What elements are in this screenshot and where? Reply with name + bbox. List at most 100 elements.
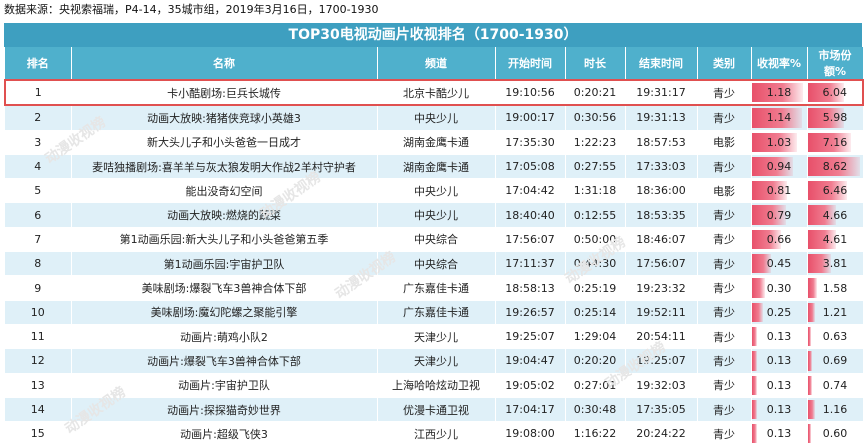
share-cell: 8.62 <box>807 154 864 180</box>
program-name-cell: 第1动画乐园:新大头儿子和小头爸爸第五季 <box>71 227 378 253</box>
rating-cell: 0.81 <box>751 178 808 204</box>
end-time-cell: 18:46:07 <box>625 227 698 253</box>
end-time-cell: 19:32:03 <box>625 373 698 398</box>
share-value: 4.61 <box>822 232 848 246</box>
duration-cell: 0:30:56 <box>565 105 626 131</box>
rank-cell: 7 <box>5 227 72 253</box>
category-cell: 电影 <box>697 130 752 155</box>
header-name: 名称 <box>71 47 378 80</box>
duration-cell: 0:20:21 <box>565 78 626 107</box>
share-cell: 6.04 <box>807 78 864 107</box>
share-value: 0.74 <box>822 378 848 392</box>
program-name-cell: 动画大放映:猪猪侠竞球小英雄3 <box>71 105 378 131</box>
rating-bar <box>751 424 758 444</box>
rating-bar <box>751 399 758 420</box>
channel-cell: 湖南金鹰卡通 <box>377 154 496 180</box>
rank-cell: 5 <box>5 178 72 204</box>
duration-cell: 0:30:48 <box>565 397 626 423</box>
share-bar <box>807 302 815 322</box>
category-cell: 青少 <box>697 227 752 253</box>
table-row: 4 麦咭独播剧场:喜羊羊与灰太狼发明大作战2羊村守护者 湖南金鹰卡通 17:05:08… <box>5 154 864 180</box>
end-time-cell: 20:54:11 <box>625 324 698 350</box>
program-name-cell: 能出没奇幻空间 <box>71 178 378 204</box>
share-cell: 5.98 <box>807 105 864 131</box>
share-cell: 1.21 <box>807 300 864 325</box>
table-body: 1 卡小酷剧场:巨兵长城传 北京卡酷少儿 19:10:56 0:20:21 19:31:1… <box>4 78 864 446</box>
rating-bar <box>751 375 758 395</box>
share-value: 1.58 <box>822 281 848 295</box>
share-value: 6.46 <box>822 184 848 198</box>
program-name-cell: 动画片:萌鸡小队2 <box>71 324 378 350</box>
category-cell: 青少 <box>697 324 752 350</box>
ranking-board: TOP30电视动画片收视排名（1700-1930） 排名 名称 频道 开始时间 … <box>4 23 864 446</box>
share-cell: 0.74 <box>807 373 864 398</box>
start-time-cell: 18:40:40 <box>495 202 566 228</box>
rating-cell: 0.79 <box>751 202 808 228</box>
rating-cell: 0.13 <box>751 373 808 398</box>
category-cell: 青少 <box>697 397 752 423</box>
share-value: 0.63 <box>822 330 848 344</box>
table-row: 6 动画大放映:燃烧的蔬菜 中央少儿 18:40:40 0:12:55 18:53:35 青… <box>5 202 864 228</box>
end-time-cell: 19:52:11 <box>625 300 698 325</box>
share-bar <box>807 278 818 298</box>
category-cell: 青少 <box>697 154 752 180</box>
rating-bar <box>751 326 758 347</box>
rating-cell: 0.66 <box>751 227 808 253</box>
rating-value: 0.13 <box>766 330 792 344</box>
rating-value: 1.14 <box>766 111 792 125</box>
end-time-cell: 18:57:53 <box>625 130 698 155</box>
table-row: 7 第1动画乐园:新大头儿子和小头爸爸第五季 中央综合 17:56:07 0:50:00… <box>5 227 864 253</box>
rank-cell: 10 <box>5 300 72 325</box>
table-row: 2 动画大放映:猪猪侠竞球小英雄3 中央少儿 19:00:17 0:30:56 19:31… <box>5 105 864 131</box>
category-cell: 青少 <box>697 105 752 131</box>
rating-value: 0.13 <box>766 378 792 392</box>
duration-cell: 0:27:01 <box>565 373 626 398</box>
share-cell: 6.46 <box>807 178 864 204</box>
start-time-cell: 19:25:07 <box>495 324 566 350</box>
table-row: 8 第1动画乐园:宇宙护卫队 中央综合 17:11:37 0:44:30 17:56:07… <box>5 251 864 277</box>
share-value: 3.81 <box>822 257 848 271</box>
rating-value: 0.13 <box>766 427 792 441</box>
category-cell: 青少 <box>697 275 752 301</box>
category-cell: 青少 <box>697 202 752 228</box>
rating-value: 1.18 <box>766 86 792 100</box>
share-value: 4.66 <box>822 208 848 222</box>
ranking-table: 排名 名称 频道 开始时间 时长 结束时间 类别 收视率% 市场份额% 1 卡小酷… <box>4 47 864 446</box>
channel-cell: 中央少儿 <box>377 202 496 228</box>
start-time-cell: 17:35:30 <box>495 130 566 155</box>
channel-cell: 广东嘉佳卡通 <box>377 275 496 301</box>
channel-cell: 北京卡酷少儿 <box>377 78 496 107</box>
rating-cell: 1.18 <box>751 78 808 107</box>
end-time-cell: 20:24:22 <box>625 421 698 446</box>
rating-bar <box>751 302 763 322</box>
share-bar <box>807 326 812 347</box>
rank-cell: 11 <box>5 324 72 350</box>
start-time-cell: 17:56:07 <box>495 227 566 253</box>
rank-cell: 1 <box>4 78 72 107</box>
end-time-cell: 19:31:17 <box>625 78 698 107</box>
header-end: 结束时间 <box>625 47 698 80</box>
end-time-cell: 18:53:35 <box>625 202 698 228</box>
share-cell: 4.61 <box>807 227 864 253</box>
header-category: 类别 <box>697 47 752 80</box>
start-time-cell: 19:04:47 <box>495 348 566 374</box>
program-name-cell: 第1动画乐园:宇宙护卫队 <box>71 251 378 277</box>
channel-cell: 上海哈哈炫动卫视 <box>377 373 496 398</box>
duration-cell: 0:25:19 <box>565 275 626 301</box>
start-time-cell: 17:04:17 <box>495 397 566 423</box>
start-time-cell: 19:10:56 <box>495 78 566 107</box>
header-rating: 收视率% <box>751 47 808 80</box>
header-rank: 排名 <box>5 47 72 80</box>
header-start: 开始时间 <box>495 47 566 80</box>
end-time-cell: 17:56:07 <box>625 251 698 277</box>
table-row: 1 卡小酷剧场:巨兵长城传 北京卡酷少儿 19:10:56 0:20:21 19:31:1… <box>4 78 864 107</box>
duration-cell: 1:16:22 <box>565 421 626 446</box>
program-name-cell: 美味剧场:爆裂飞车3兽神合体下部 <box>71 275 378 301</box>
program-name-cell: 麦咭独播剧场:喜羊羊与灰太狼发明大作战2羊村守护者 <box>71 154 378 180</box>
rank-cell: 12 <box>5 348 72 374</box>
share-value: 7.16 <box>822 135 848 149</box>
header-row: 排名 名称 频道 开始时间 时长 结束时间 类别 收视率% 市场份额% <box>5 47 864 80</box>
end-time-cell: 19:23:32 <box>625 275 698 301</box>
table-row: 13 动画片:宇宙护卫队 上海哈哈炫动卫视 19:05:02 0:27:01 19:32:… <box>5 373 864 398</box>
table-row: 10 美味剧场:魔幻陀螺之聚能引擎 广东嘉佳卡通 19:26:57 0:25:14 19:… <box>5 300 864 325</box>
